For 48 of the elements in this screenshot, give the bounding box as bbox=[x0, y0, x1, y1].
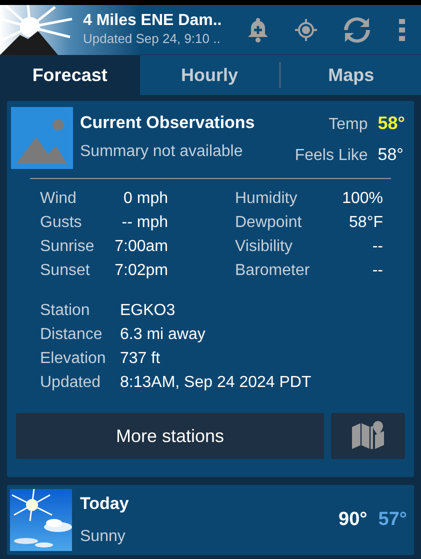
field-value: 8:13AM, Sep 24 2024 PDT bbox=[120, 373, 312, 393]
tab[interactable]: Forecast bbox=[0, 55, 140, 95]
field-value: 737 ft bbox=[120, 349, 160, 369]
field-value: -- mph bbox=[122, 213, 168, 233]
image-placeholder-icon bbox=[11, 107, 73, 169]
updated-time: Updated Sep 24, 9:10 .. bbox=[83, 31, 222, 48]
feels-like-value: 58° bbox=[378, 144, 404, 166]
field-value: 58°F bbox=[349, 213, 383, 233]
field-label: Visibility bbox=[235, 237, 294, 257]
field-label: Gusts bbox=[40, 213, 83, 233]
field-value: 6.3 mi away bbox=[120, 325, 206, 345]
today-card[interactable]: Today Sunny 90° 57° bbox=[7, 485, 414, 555]
high-temp: 90° bbox=[338, 508, 368, 532]
field-label: Distance bbox=[40, 325, 104, 345]
field-value: -- bbox=[372, 237, 383, 257]
more-menu-icon[interactable] bbox=[399, 18, 405, 40]
field-label: Station bbox=[40, 301, 91, 321]
field-value: EGKO3 bbox=[120, 301, 176, 321]
field-label: Dewpoint bbox=[235, 213, 303, 233]
field-label: Humidity bbox=[235, 189, 298, 209]
map-button[interactable] bbox=[331, 413, 405, 459]
temp-label: Temp bbox=[328, 115, 368, 135]
feels-like-label: Feels Like bbox=[294, 146, 368, 166]
map-pin-icon bbox=[351, 421, 385, 451]
field-label: Elevation bbox=[40, 349, 107, 369]
condition-text: Sunny bbox=[80, 527, 126, 548]
location-target-icon[interactable] bbox=[295, 18, 317, 40]
refresh-icon[interactable] bbox=[343, 16, 371, 44]
field-value: 100% bbox=[342, 189, 383, 209]
day-label: Today bbox=[80, 492, 130, 515]
field-label: Wind bbox=[40, 189, 78, 209]
temp-value: 58° bbox=[378, 112, 405, 135]
tab[interactable]: Hourly bbox=[140, 55, 280, 95]
more-stations-button[interactable]: More stations bbox=[16, 413, 324, 459]
field-value: -- bbox=[372, 261, 383, 281]
field-label: Barometer bbox=[235, 261, 311, 281]
section-title: Current Observations bbox=[80, 112, 256, 134]
bell-plus-icon[interactable] bbox=[247, 16, 269, 42]
tab[interactable]: Maps bbox=[281, 55, 421, 95]
location-title: 4 Miles ENE Dam.. bbox=[83, 11, 223, 32]
summary-text: Summary not available bbox=[80, 142, 244, 162]
field-label: Updated bbox=[40, 373, 102, 393]
field-value: 0 mph bbox=[124, 189, 168, 209]
field-value: 7:02pm bbox=[114, 261, 168, 281]
low-temp: 57° bbox=[378, 508, 407, 532]
field-label: Sunrise bbox=[40, 237, 96, 257]
field-label: Sunset bbox=[40, 261, 91, 281]
field-value: 7:00am bbox=[114, 237, 168, 257]
